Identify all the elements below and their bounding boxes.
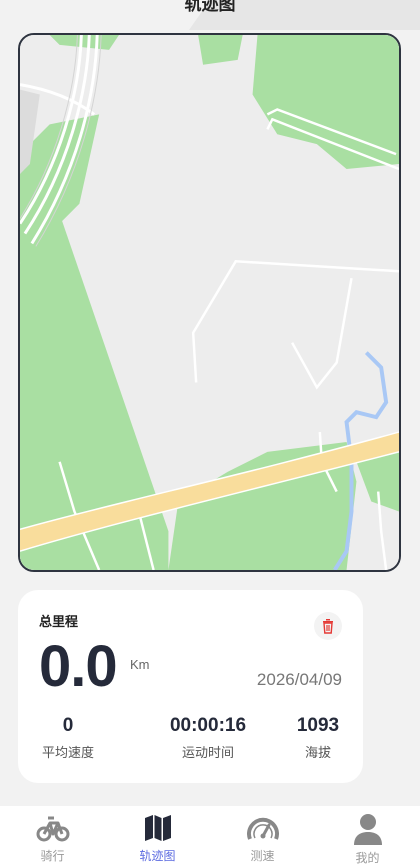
tab-label: 我的 <box>355 851 380 864</box>
avg-speed-value: 0 <box>62 715 74 736</box>
altitude-value: 1093 <box>296 715 340 736</box>
distance-unit: Km <box>130 657 150 672</box>
trash-icon <box>323 619 333 634</box>
delete-button[interactable] <box>314 612 342 640</box>
page-title: 轨迹图 <box>184 0 236 15</box>
stat-duration: 00:00:16 运动时间 <box>148 714 268 761</box>
stats-card: 总里程 0.0 Km 2026/04/09 0 平均速度 00:00:16 运动… <box>18 590 363 783</box>
track-map[interactable] <box>18 33 401 572</box>
tab-track-map[interactable]: 轨迹图 <box>105 806 210 864</box>
stat-avg-speed: 0 平均速度 <box>39 714 97 761</box>
tab-label: 骑行 <box>40 849 65 863</box>
date-text: 2026/04/09 <box>256 670 342 689</box>
map-icon <box>144 815 171 841</box>
altitude-label: 海拔 <box>304 746 331 761</box>
stat-altitude: 1093 海拔 <box>288 714 348 761</box>
user-icon <box>353 814 382 845</box>
duration-value: 00:00:16 <box>169 715 247 736</box>
top-bar: 轨迹图 <box>0 0 420 30</box>
bottom-tab-bar: 骑行 轨迹图 测速 我的 <box>0 806 420 864</box>
tab-label: 测速 <box>250 849 275 863</box>
tab-label: 轨迹图 <box>139 849 176 863</box>
duration-label: 运动时间 <box>181 746 234 761</box>
tab-profile[interactable]: 我的 <box>315 806 420 864</box>
tab-ride[interactable]: 骑行 <box>0 806 105 864</box>
map-canvas[interactable] <box>20 35 399 570</box>
tab-speed[interactable]: 测速 <box>210 806 315 864</box>
avg-speed-label: 平均速度 <box>41 746 94 761</box>
distance-value: 0.0 <box>39 634 118 699</box>
bicycle-icon <box>36 816 69 842</box>
card-title: 总里程 <box>39 615 79 630</box>
speedometer-icon <box>246 817 279 840</box>
